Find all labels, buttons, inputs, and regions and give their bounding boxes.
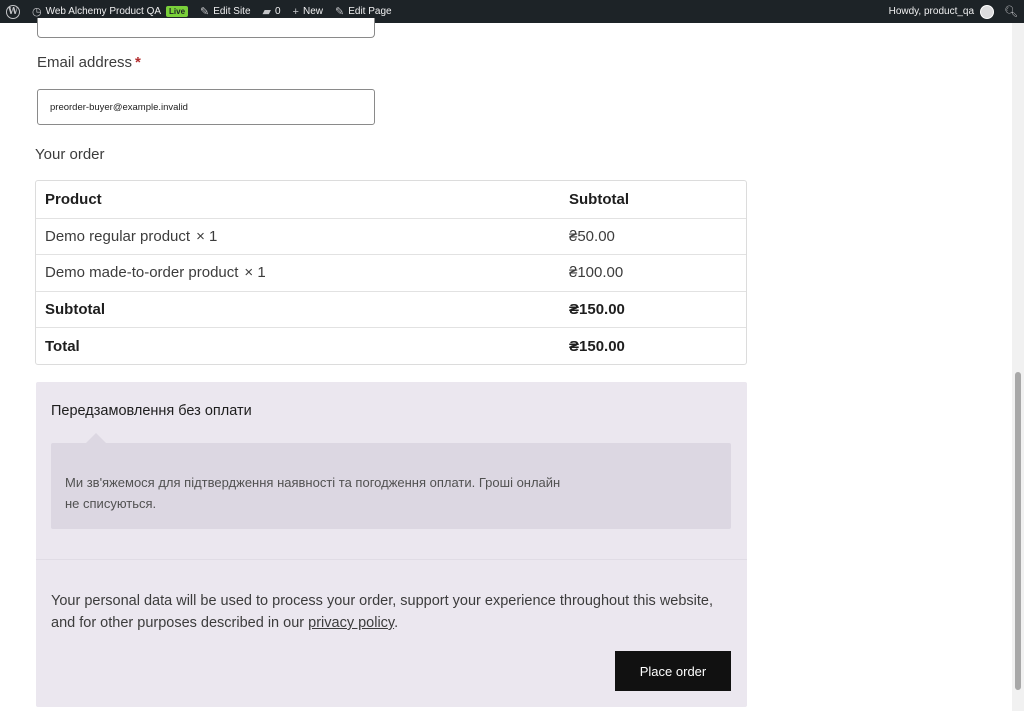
comments-count: 0 [274,6,281,17]
edit-page-label: Edit Page [348,6,392,17]
comment-icon: ▰ [262,6,271,18]
new-label: New [302,6,323,17]
live-badge: Live [166,6,189,17]
scrollbar-thumb[interactable] [1015,372,1021,690]
subtotal-label: Subtotal [45,301,105,319]
product-column-header: Product [45,190,102,208]
product-name: Demo regular product [45,227,191,245]
place-order-button[interactable]: Place order [615,651,731,691]
email-label-text: Email address [37,54,133,71]
edit-site-label: Edit Site [213,6,251,17]
line-subtotal: ₴50.00 [569,227,615,245]
payment-section: Передзамовлення без оплати Ми зв'яжемося… [36,382,747,707]
subtotal-amount: ₴150.00 [569,301,625,319]
wordpress-logo-icon: W [6,4,20,19]
my-account-menu[interactable]: Howdy, product_qa [888,0,995,23]
description-line: не списуються. [65,496,157,511]
product-name: Demo made-to-order product [45,264,239,282]
howdy-text: Howdy, product_qa [888,6,975,17]
product-quantity: × 1 [196,227,218,245]
previous-input-field[interactable] [37,18,375,38]
cart-subtotal-row: Subtotal ₴150.00 [36,290,746,328]
plus-icon: + [292,5,299,18]
order-review-table: Product Subtotal Demo regular product × 1… [35,180,747,365]
description-line: Ми зв'яжемося для підтвердження наявност… [65,475,561,490]
pencil-icon: ✎ [200,6,210,18]
privacy-policy-link[interactable]: privacy policy [308,615,394,631]
total-label: Total [45,337,80,355]
table-row: Demo regular product × 1 ₴50.00 [36,217,746,255]
required-mark: * [135,54,141,71]
email-input[interactable] [37,89,375,125]
order-total-row: Total ₴150.00 [36,327,746,364]
your-order-heading: Your order [35,146,105,163]
table-header-row: Product Subtotal [36,181,746,218]
search-icon[interactable]: 🔍︎ [1004,5,1018,18]
email-label: Email address * [37,54,141,71]
pencil-icon: ✎ [335,6,345,18]
total-amount: ₴150.00 [569,337,625,355]
privacy-policy-text: Your personal data will be used to proce… [51,590,731,634]
product-quantity: × 1 [244,264,266,282]
payment-method-description: Ми зв'яжемося для підтвердження наявност… [51,443,731,529]
description-pointer [86,433,106,443]
dashboard-icon: ◷ [32,6,42,18]
payment-method-title[interactable]: Передзамовлення без оплати [51,403,252,419]
wordpress-logo-menu[interactable]: W [0,0,26,23]
avatar [980,4,995,19]
subtotal-column-header: Subtotal [569,190,629,208]
line-subtotal: ₴100.00 [569,264,624,282]
divider [36,559,747,560]
site-name: Web Alchemy Product QA [45,6,162,17]
privacy-text-end: . [394,615,399,631]
table-row: Demo made-to-order product × 1 ₴100.00 [36,254,746,291]
